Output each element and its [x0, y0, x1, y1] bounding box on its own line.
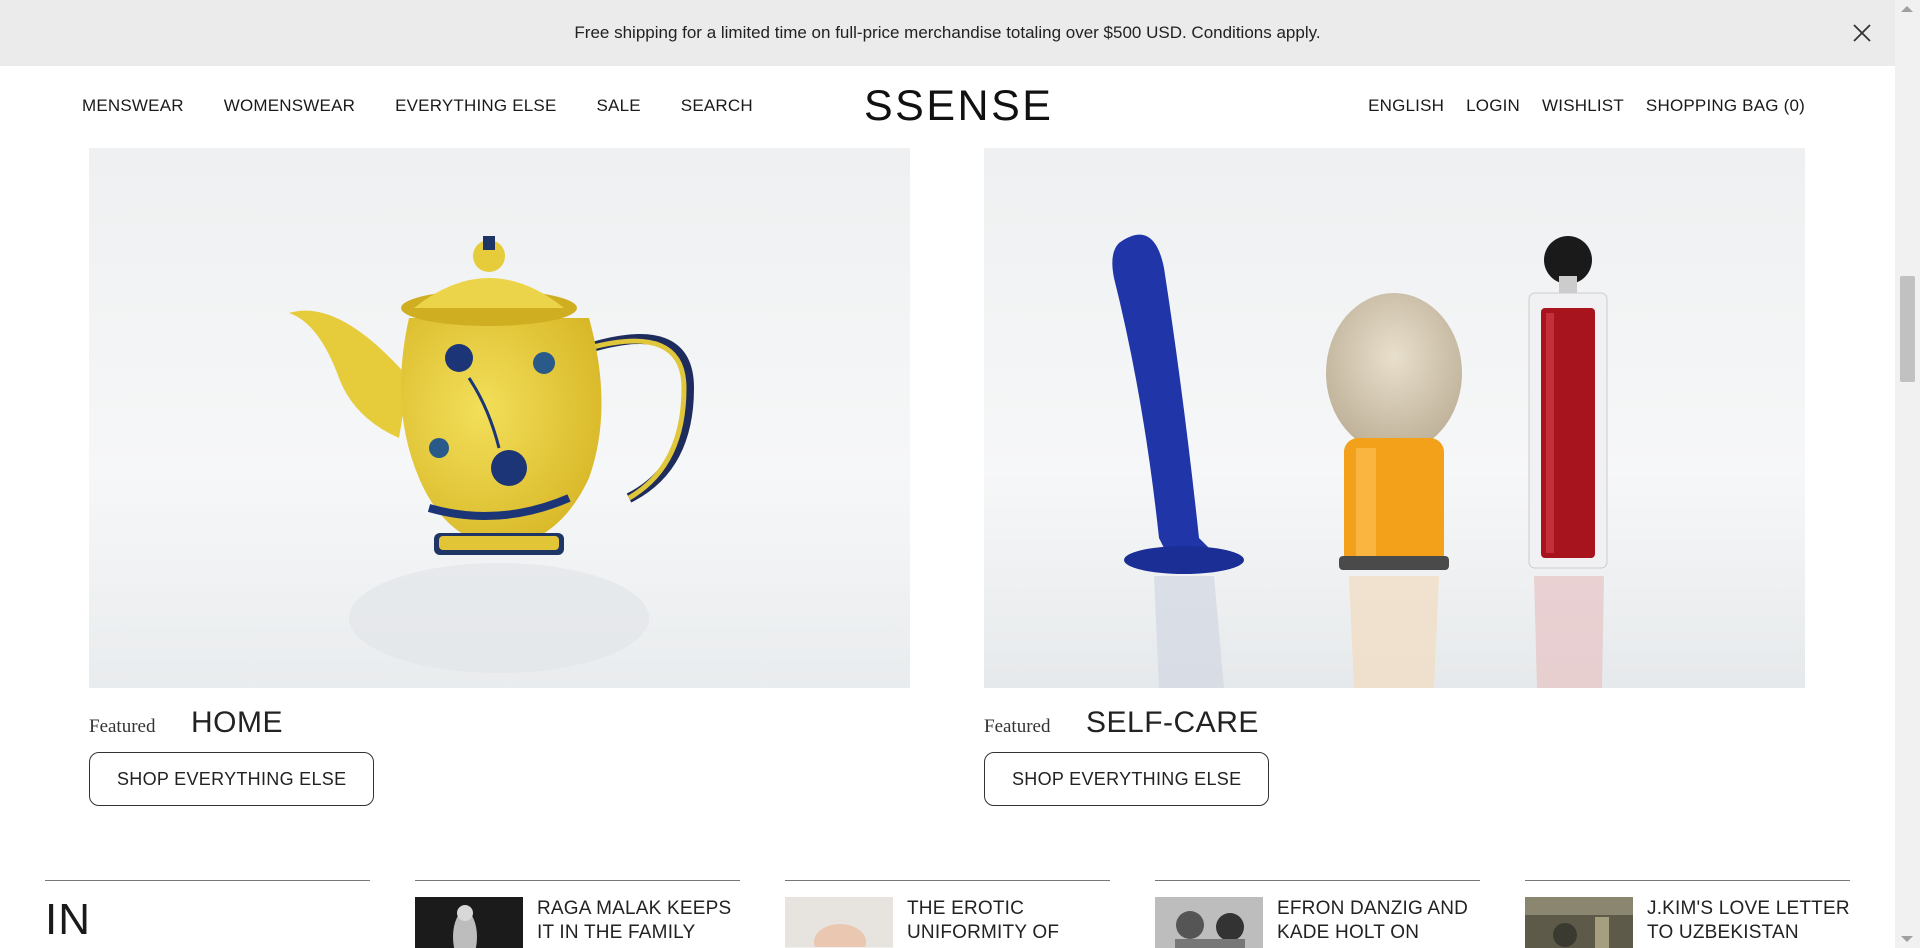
nav-everything-else[interactable]: EVERYTHING ELSE — [395, 96, 556, 116]
nav-left: MENSWEAR WOMENSWEAR EVERYTHING ELSE SALE… — [82, 96, 753, 116]
nav-search[interactable]: SEARCH — [681, 96, 753, 116]
main-nav: MENSWEAR WOMENSWEAR EVERYTHING ELSE SALE… — [0, 66, 1895, 148]
story-item[interactable]: EFRON DANZIG AND KADE HOLT ON — [1155, 880, 1480, 948]
promo-text: Free shipping for a limited time on full… — [574, 23, 1321, 42]
close-icon[interactable] — [1847, 18, 1877, 48]
nav-womenswear[interactable]: WOMENSWEAR — [224, 96, 355, 116]
nav-language[interactable]: ENGLISH — [1368, 96, 1444, 116]
story-item[interactable]: RAGA MALAK KEEPS IT IN THE FAMILY — [415, 880, 740, 948]
story-item[interactable]: THE EROTIC UNIFORMITY OF OLLY — [785, 880, 1110, 948]
teapot-image[interactable] — [89, 148, 910, 688]
page-scrollbar[interactable] — [1895, 0, 1920, 948]
self-care-image[interactable] — [984, 148, 1805, 688]
story-thumbnail[interactable] — [1155, 897, 1263, 948]
nav-right: ENGLISH LOGIN WISHLIST SHOPPING BAG (0) — [1368, 96, 1805, 116]
promo-banner: Free shipping for a limited time on full… — [0, 0, 1895, 66]
nav-shopping-bag[interactable]: SHOPPING BAG (0) — [1646, 96, 1805, 116]
story-thumbnail[interactable] — [1525, 897, 1633, 948]
scroll-down-icon[interactable] — [1901, 936, 1913, 942]
nav-menswear[interactable]: MENSWEAR — [82, 96, 184, 116]
nav-wishlist[interactable]: WISHLIST — [1542, 96, 1624, 116]
story-thumbnail[interactable] — [415, 897, 523, 948]
site-logo[interactable]: SSENSE — [864, 82, 1053, 131]
nav-login[interactable]: LOGIN — [1466, 96, 1520, 116]
featured-card-home: Featured HOME SHOP EVERYTHING ELSE — [89, 148, 910, 806]
category-title[interactable]: SELF-CARE — [1086, 706, 1259, 740]
story-item[interactable]: J.KIM'S LOVE LETTER TO UZBEKISTAN — [1525, 880, 1850, 948]
story-title[interactable]: THE EROTIC UNIFORMITY OF OLLY — [907, 897, 1110, 948]
story-title[interactable]: RAGA MALAK KEEPS IT IN THE FAMILY — [537, 897, 740, 948]
featured-label: Featured — [89, 716, 156, 737]
editorial-heading-col: IN — [45, 880, 370, 945]
category-title[interactable]: HOME — [191, 706, 283, 740]
featured-card-self-care: Featured SELF-CARE SHOP EVERYTHING ELSE — [984, 148, 1805, 806]
shop-everything-else-button[interactable]: SHOP EVERYTHING ELSE — [89, 752, 375, 806]
shop-everything-else-button[interactable]: SHOP EVERYTHING ELSE — [984, 752, 1270, 806]
nav-sale[interactable]: SALE — [597, 96, 641, 116]
scrollbar-thumb[interactable] — [1900, 276, 1915, 382]
editorial-heading: IN — [45, 895, 91, 944]
story-title[interactable]: J.KIM'S LOVE LETTER TO UZBEKISTAN — [1647, 897, 1850, 948]
scroll-up-icon[interactable] — [1901, 6, 1913, 12]
story-title[interactable]: EFRON DANZIG AND KADE HOLT ON — [1277, 897, 1480, 948]
featured-label: Featured — [984, 716, 1051, 737]
story-thumbnail[interactable] — [785, 897, 893, 948]
caption: Featured SELF-CARE — [984, 706, 1805, 740]
caption: Featured HOME — [89, 706, 910, 740]
